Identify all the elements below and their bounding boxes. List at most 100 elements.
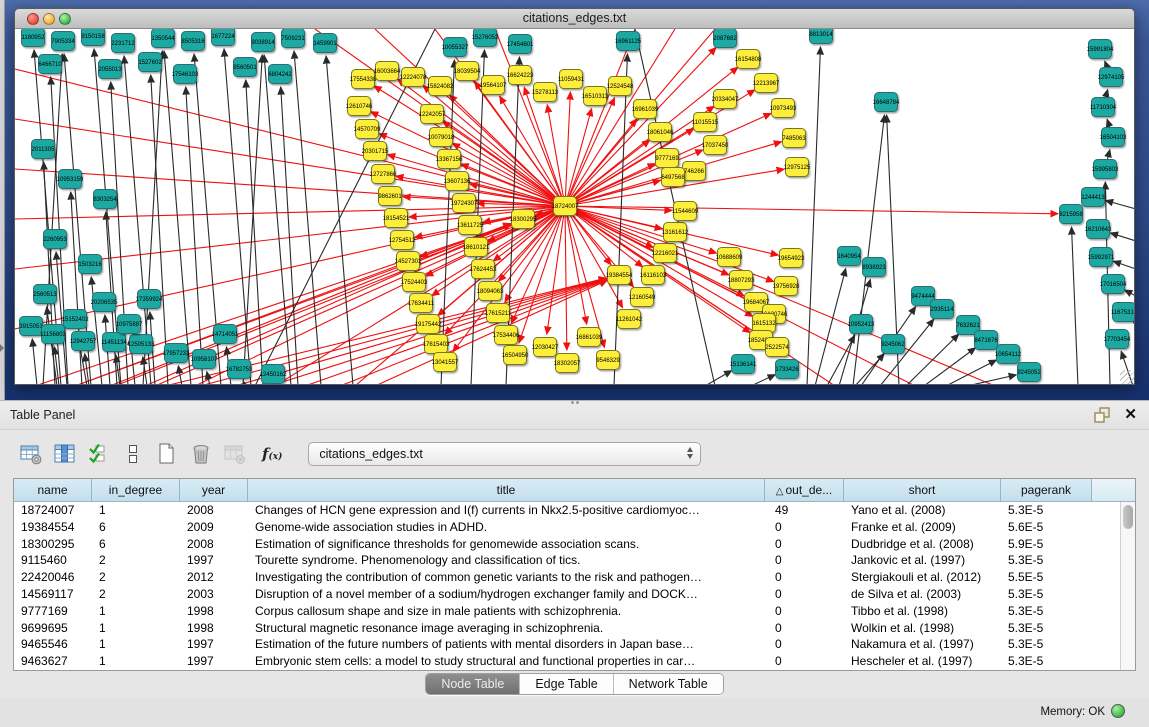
graph-node[interactable]: 16510313 xyxy=(582,87,609,106)
graph-node[interactable]: 2231712 xyxy=(111,34,135,53)
graph-node[interactable]: 16154808 xyxy=(735,50,762,69)
graph-node[interactable]: 17016504 xyxy=(1100,275,1127,294)
graph-node[interactable]: 10973493 xyxy=(770,99,797,118)
graph-node[interactable]: 9245052 xyxy=(1017,363,1041,382)
graph-edge[interactable] xyxy=(294,51,321,385)
graph-node[interactable]: 18610121 xyxy=(463,238,490,257)
graph-node[interactable]: 1180952 xyxy=(22,29,46,47)
graph-node[interactable]: 16648784 xyxy=(873,93,900,112)
graph-node[interactable]: 2935114 xyxy=(931,300,955,319)
table-vertical-scrollbar[interactable] xyxy=(1120,502,1135,670)
graph-edge[interactable] xyxy=(967,375,1016,385)
table-row[interactable]: 946362711997Embryonic stem cells: a mode… xyxy=(14,653,1135,670)
graph-node[interactable]: 1527602 xyxy=(138,53,162,72)
float-panel-icon[interactable] xyxy=(1094,407,1110,423)
graph-node[interactable]: 10953159 xyxy=(57,170,84,189)
graph-edge[interactable] xyxy=(751,375,775,385)
scrollbar-thumb[interactable] xyxy=(1123,505,1133,529)
graph-node[interactable]: 16782753 xyxy=(226,360,253,379)
graph-node[interactable]: 1350544 xyxy=(151,29,175,48)
column-header-in_degree[interactable]: in_degree xyxy=(92,479,180,501)
graph-edge[interactable] xyxy=(264,55,291,385)
graph-node[interactable]: 13611725 xyxy=(457,216,484,235)
table-row[interactable]: 1938455462009Genome-wide association stu… xyxy=(14,519,1135,536)
table-row[interactable]: 977716911998Corpus callosum shape and si… xyxy=(14,603,1135,620)
graph-node[interactable]: 15992971 xyxy=(1088,248,1115,267)
graph-node[interactable]: 1459901 xyxy=(313,34,337,53)
graph-node[interactable]: 8303254 xyxy=(93,190,117,209)
graph-node[interactable]: 17624453 xyxy=(470,260,497,279)
graph-edge[interactable] xyxy=(200,278,606,385)
graph-edge[interactable] xyxy=(374,86,565,206)
graph-edge[interactable] xyxy=(565,29,675,206)
graph-node[interactable]: 19175442 xyxy=(415,315,442,334)
graph-node[interactable]: 10952413 xyxy=(848,315,875,334)
graph-node[interactable]: 18807293 xyxy=(728,271,755,290)
graph-node[interactable]: 18039504 xyxy=(454,62,481,81)
graph-node[interactable]: 8938923 xyxy=(862,258,886,277)
graph-node[interactable]: 12505133 xyxy=(128,335,155,354)
graph-node[interactable]: 1640954 xyxy=(837,247,861,266)
graph-node[interactable]: 9560501 xyxy=(233,58,257,77)
graph-node[interactable]: 12160549 xyxy=(629,288,656,307)
graph-node[interactable]: 18154521 xyxy=(383,209,410,228)
tab-edge-table[interactable]: Edge Table xyxy=(520,674,613,694)
graph-edge[interactable] xyxy=(1125,290,1135,296)
graph-node[interactable]: 20301715 xyxy=(362,142,389,161)
graph-node[interactable]: 16961039 xyxy=(632,100,659,119)
new-document-icon[interactable] xyxy=(154,441,180,467)
table-row[interactable]: 1872400712008Changes of HCN gene express… xyxy=(14,502,1135,519)
graph-node[interactable]: 1677224 xyxy=(211,29,235,46)
graph-node[interactable]: 10958107 xyxy=(191,350,218,369)
table-row[interactable]: 1830029562008Estimation of significance … xyxy=(14,536,1135,553)
graph-node[interactable]: 8505316 xyxy=(181,32,205,51)
graph-node[interactable]: 10055327 xyxy=(442,38,469,57)
graph-node[interactable]: 2522574 xyxy=(765,338,789,357)
graph-edge[interactable] xyxy=(815,269,846,385)
column-header-short[interactable]: short xyxy=(844,479,1001,501)
graph-node[interactable]: 12610746 xyxy=(346,97,373,116)
graph-node[interactable]: 19756928 xyxy=(773,277,800,296)
table-row[interactable]: 2242004622012Investigating the contribut… xyxy=(14,569,1135,586)
tab-node-table[interactable]: Node Table xyxy=(426,674,520,694)
graph-node[interactable]: 16624223 xyxy=(507,66,534,85)
graph-node[interactable]: 12975125 xyxy=(784,158,811,177)
column-header-out_de[interactable]: △out_de... xyxy=(765,479,844,501)
graph-node[interactable]: 11261042 xyxy=(616,310,643,329)
table-settings-icon[interactable] xyxy=(18,441,44,467)
table-row[interactable]: 911546021997Tourette syndrome. Phenomeno… xyxy=(14,552,1135,569)
graph-edge[interactable] xyxy=(705,371,732,385)
graph-node[interactable]: 18300295 xyxy=(510,210,537,229)
graph-node[interactable]: 8813014 xyxy=(809,29,833,44)
graph-node[interactable]: 17615211 xyxy=(485,304,512,323)
graph-node[interactable]: 16003664 xyxy=(374,62,401,81)
graph-node[interactable]: 15136141 xyxy=(730,355,757,374)
graph-node[interactable]: 17634411 xyxy=(408,294,435,313)
graph-node[interactable]: 12216021 xyxy=(652,244,679,263)
graph-node[interactable]: 17534406 xyxy=(493,326,520,345)
graph-edge[interactable] xyxy=(1133,321,1135,324)
graph-node[interactable]: 20206535 xyxy=(91,293,118,312)
graph-node[interactable]: 16861039 xyxy=(576,328,603,347)
select-columns-icon[interactable] xyxy=(52,441,78,467)
trash-icon[interactable] xyxy=(188,441,214,467)
graph-node[interactable]: 10688609 xyxy=(716,248,743,267)
graph-node[interactable]: 15991804 xyxy=(1087,40,1114,59)
graph-node[interactable]: 11544609 xyxy=(672,202,699,221)
graph-node[interactable]: 12974105 xyxy=(1098,68,1125,87)
table-row[interactable]: 946554611997Estimation of the future num… xyxy=(14,636,1135,653)
graph-node[interactable]: 9777169 xyxy=(655,149,679,168)
network-canvas[interactable]: 1755433816003664122240781582408218039504… xyxy=(15,29,1135,385)
select-rows-check-icon[interactable] xyxy=(86,441,112,467)
graph-node[interactable]: 12213967 xyxy=(753,74,780,93)
graph-node[interactable]: 12450162 xyxy=(260,365,287,384)
graph-node[interactable]: 17359924 xyxy=(136,290,163,309)
graph-node[interactable]: 15824082 xyxy=(427,77,454,96)
graph-edge[interactable] xyxy=(565,206,567,350)
graph-node[interactable]: 6497568 xyxy=(661,168,685,187)
graph-node[interactable]: 15152403 xyxy=(62,310,89,329)
graph-node[interactable]: 17957233 xyxy=(163,344,190,363)
graph-edge[interactable] xyxy=(71,192,82,385)
graph-node[interactable]: 18061046 xyxy=(647,123,674,142)
function-builder-icon[interactable]: f(x) xyxy=(262,445,282,463)
